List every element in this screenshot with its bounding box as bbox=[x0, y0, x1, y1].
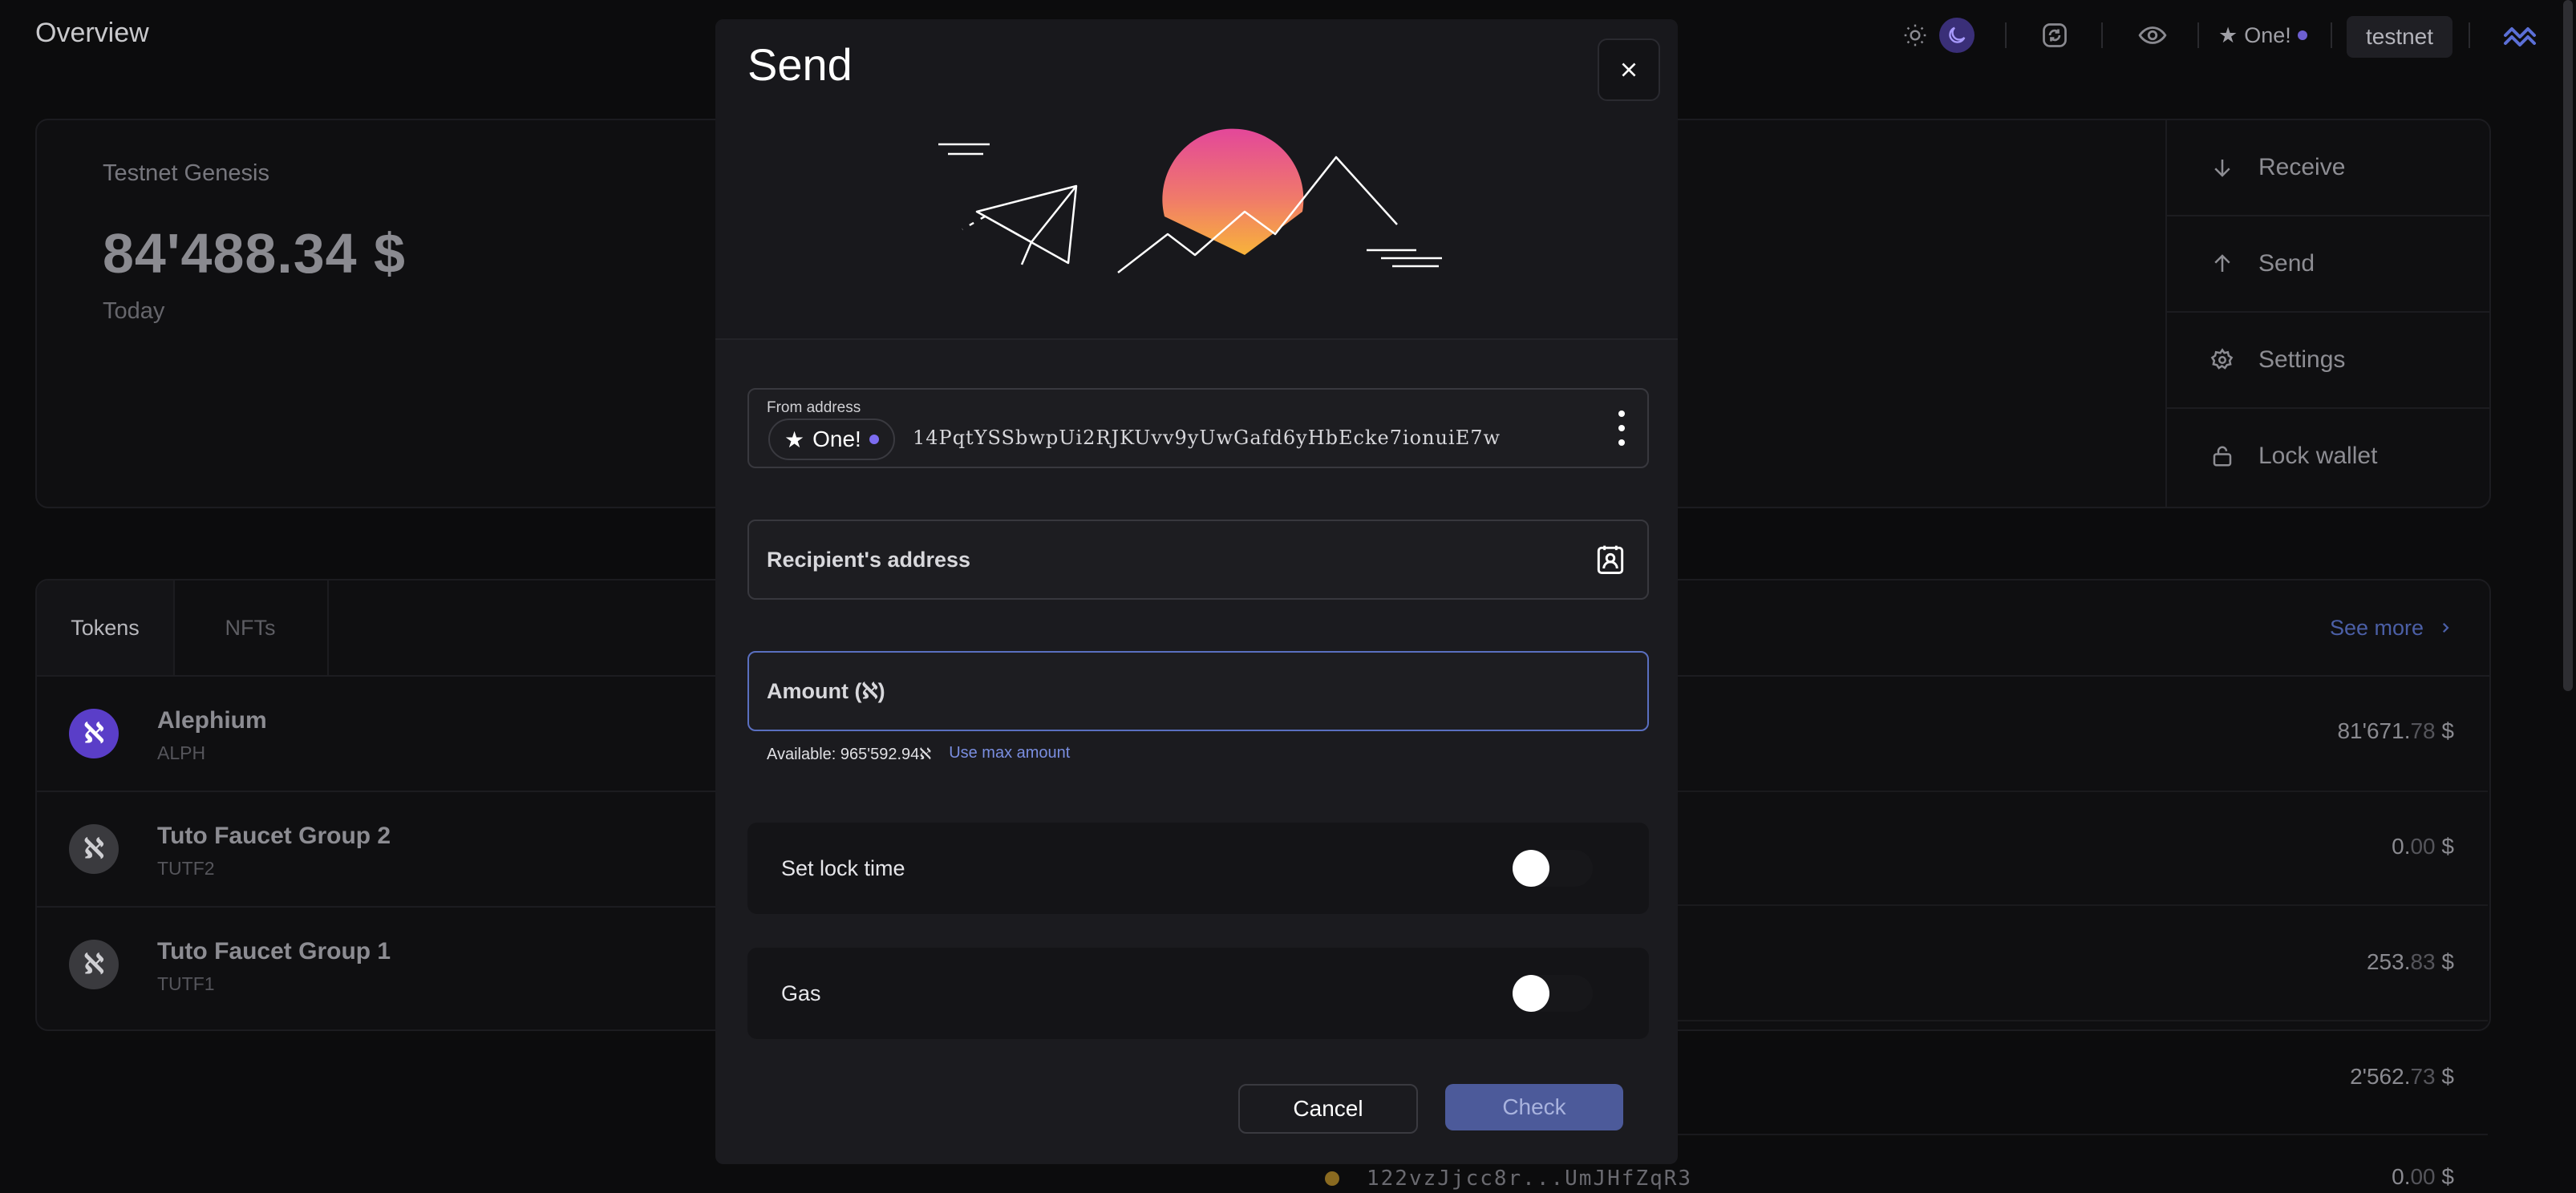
tab-tokens[interactable]: Tokens bbox=[37, 580, 175, 675]
wallet-name: Testnet Genesis bbox=[103, 160, 269, 186]
star-icon: ★ bbox=[2218, 22, 2238, 47]
tab-nfts[interactable]: NFTs bbox=[173, 580, 329, 675]
address-color-dot bbox=[869, 435, 879, 444]
toggle-knob bbox=[1513, 850, 1549, 887]
eye-icon[interactable] bbox=[2135, 18, 2170, 53]
token-logo-icon: ℵ bbox=[69, 940, 119, 989]
address-value: 0.00 $ bbox=[2392, 1164, 2454, 1189]
page-title: Overview bbox=[35, 18, 149, 48]
address-value: 2'562.73 $ bbox=[2350, 1064, 2454, 1089]
settings-button[interactable]: Settings bbox=[2167, 313, 2491, 409]
divider bbox=[2197, 22, 2199, 48]
from-address-name: One! bbox=[812, 427, 861, 451]
address-book-icon[interactable] bbox=[1593, 542, 1628, 577]
receive-label: Receive bbox=[2258, 154, 2346, 180]
balance-period: Today bbox=[103, 298, 165, 324]
lock-time-label: Set lock time bbox=[781, 855, 905, 880]
see-more-label: See more bbox=[2329, 615, 2424, 640]
recipient-address-label: Recipient's address bbox=[767, 547, 971, 572]
receive-button[interactable]: Receive bbox=[2167, 120, 2491, 216]
token-name: Alephium bbox=[157, 707, 267, 734]
address-color-dot bbox=[2297, 30, 2307, 40]
moon-icon[interactable] bbox=[1939, 18, 1975, 53]
token-name: Tuto Faucet Group 1 bbox=[157, 938, 391, 965]
token-value: 253.83 $ bbox=[2366, 949, 2454, 974]
page-scrollbar[interactable] bbox=[2563, 0, 2573, 691]
settings-label: Settings bbox=[2258, 346, 2346, 373]
modal-title: Send bbox=[747, 39, 853, 90]
sun-icon[interactable] bbox=[1902, 22, 1928, 48]
from-address-badge: ★ One! bbox=[768, 419, 895, 460]
chevron-right-icon bbox=[2442, 622, 2449, 633]
alephium-logo-icon bbox=[2501, 18, 2539, 53]
divider bbox=[2469, 22, 2470, 48]
token-value: 81'671.78 $ bbox=[2337, 718, 2454, 743]
arrow-down-icon bbox=[2214, 160, 2230, 177]
default-address-badge[interactable]: ★ One! bbox=[2218, 19, 2307, 51]
refresh-icon[interactable] bbox=[2037, 18, 2072, 53]
send-modal: Send From address ★ One! 14PqtYSSbwpUi2R… bbox=[715, 19, 1678, 1164]
token-symbol: TUTF2 bbox=[157, 858, 215, 879]
arrow-up-icon bbox=[2214, 254, 2230, 272]
address-row[interactable]: 122vzJjcc8r...UmJHfZqR3 bbox=[1325, 1164, 1692, 1193]
from-address-label: From address bbox=[767, 399, 861, 416]
lock-icon bbox=[2213, 446, 2232, 467]
address-label: One! bbox=[2244, 22, 2291, 47]
available-balance: Available: 965'592.94ℵ Use max amount bbox=[767, 744, 1070, 764]
amount-input[interactable]: Amount (ℵ) bbox=[747, 651, 1649, 731]
total-balance: 84'488.34 $ bbox=[103, 222, 406, 285]
alephium-logo-icon: ℵ bbox=[69, 709, 119, 758]
close-button[interactable] bbox=[1598, 38, 1660, 101]
from-address-field[interactable]: From address ★ One! 14PqtYSSbwpUi2RJKUvv… bbox=[747, 388, 1649, 468]
check-button[interactable]: Check bbox=[1445, 1084, 1623, 1130]
gas-toggle[interactable] bbox=[1513, 975, 1593, 1012]
star-icon: ★ bbox=[784, 427, 805, 452]
toggle-knob bbox=[1513, 975, 1549, 1012]
token-logo-icon: ℵ bbox=[69, 824, 119, 874]
more-options-icon[interactable] bbox=[1615, 410, 1628, 446]
divider bbox=[2005, 22, 2007, 48]
gear-icon bbox=[2210, 348, 2234, 370]
close-icon bbox=[1622, 63, 1636, 77]
send-illustration-icon bbox=[938, 128, 1442, 273]
token-symbol: ALPH bbox=[157, 742, 206, 763]
see-more-link[interactable]: See more bbox=[2330, 580, 2452, 675]
gas-label: Gas bbox=[781, 981, 821, 1005]
send-button[interactable]: Send bbox=[2167, 216, 2491, 313]
cancel-button[interactable]: Cancel bbox=[1238, 1084, 1418, 1134]
address-hash: 122vzJjcc8r...UmJHfZqR3 bbox=[1367, 1167, 1693, 1191]
token-name: Tuto Faucet Group 2 bbox=[157, 823, 391, 849]
lock-wallet-button[interactable]: Lock wallet bbox=[2167, 409, 2491, 503]
quick-actions: Receive Send Settings Lock wallet bbox=[2165, 120, 2491, 507]
network-badge[interactable]: testnet bbox=[2347, 16, 2452, 58]
theme-toggle[interactable] bbox=[1902, 18, 1991, 53]
lock-time-toggle[interactable] bbox=[1513, 850, 1593, 887]
lock-time-row: Set lock time bbox=[747, 823, 1649, 914]
amount-label: Amount (ℵ) bbox=[767, 678, 885, 703]
available-text: Available: 965'592.94ℵ bbox=[767, 746, 932, 763]
token-value: 0.00 $ bbox=[2392, 834, 2454, 859]
address-color-dot bbox=[1325, 1171, 1339, 1186]
recipient-address-field[interactable]: Recipient's address bbox=[747, 520, 1649, 600]
lock-wallet-label: Lock wallet bbox=[2258, 443, 2378, 469]
send-label: Send bbox=[2258, 250, 2315, 277]
use-max-amount-link[interactable]: Use max amount bbox=[949, 744, 1070, 764]
wallet-page: Overview ★ One! testnet Testnet Genesis … bbox=[0, 0, 2576, 1193]
from-address-hash: 14PqtYSSbwpUi2RJKUvv9yUwGafd6yHbEcke7ion… bbox=[913, 427, 1501, 449]
divider bbox=[2101, 22, 2103, 48]
gas-row: Gas bbox=[747, 948, 1649, 1039]
token-symbol: TUTF1 bbox=[157, 973, 215, 994]
modal-header: Send bbox=[715, 19, 1678, 340]
divider bbox=[2331, 22, 2332, 48]
